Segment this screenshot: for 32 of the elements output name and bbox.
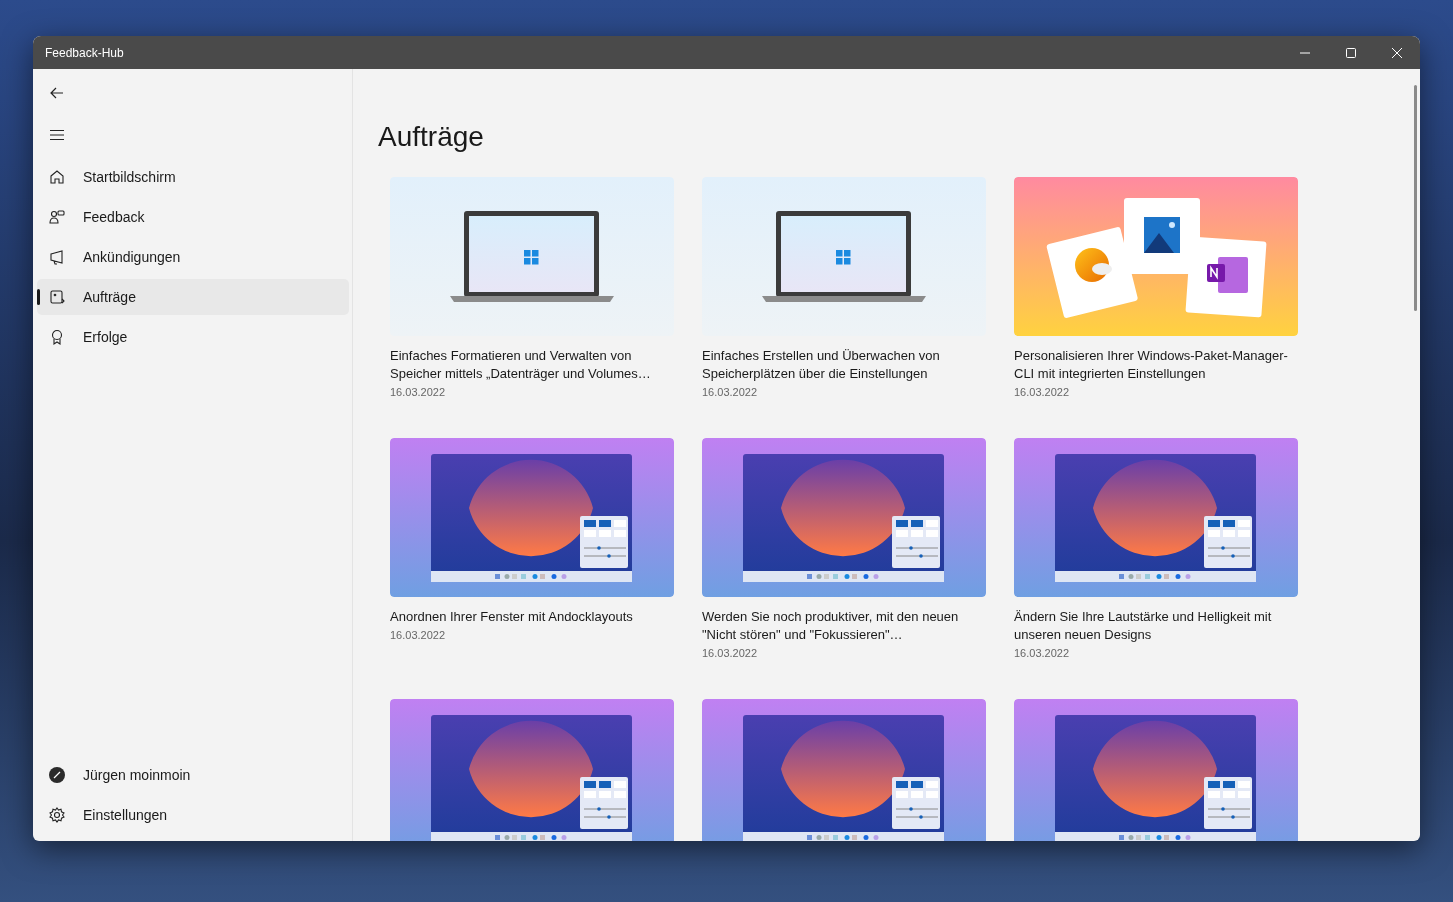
close-icon [1391, 46, 1403, 59]
nav-item[interactable]: Erfolge [37, 319, 349, 355]
megaphone-icon [48, 248, 66, 266]
card-date: 16.03.2022 [702, 647, 759, 659]
nav-item[interactable]: Aufträge [37, 279, 349, 315]
home-icon [48, 168, 66, 186]
scrollbar-thumb[interactable] [1414, 85, 1417, 311]
card-date: 16.03.2022 [702, 386, 759, 398]
task-icon [48, 288, 66, 306]
page-heading: Aufträge [378, 121, 485, 153]
nav-item[interactable]: Ankündigungen [37, 239, 349, 275]
card-title[interactable]: Einfaches Formatieren und Verwalten von Speicher mittels „Datenträger und Volumes… [390, 347, 682, 383]
card-title[interactable]: Einfaches Erstellen und Überwachen von Speicherplätzen über die Einstellungen [702, 347, 994, 383]
card-date: 16.03.2022 [390, 629, 447, 641]
card-date: 16.03.2022 [1014, 386, 1071, 398]
nav-item[interactable]: Feedback [37, 199, 349, 235]
menu-icon [49, 127, 65, 143]
card-title[interactable]: Anordnen Ihrer Fenster mit Andocklayouts [390, 608, 682, 626]
settings-item[interactable]: Einstellungen [37, 797, 349, 833]
window-title: Feedback-Hub [44, 45, 125, 60]
settings-icon [48, 806, 66, 824]
card-title[interactable]: Ändern Sie Ihre Lautstärke und Helligkeit mit unseren neuen Designs [1014, 608, 1306, 644]
nav-item[interactable]: Startbildschirm [37, 159, 349, 195]
card-date: 16.03.2022 [390, 386, 447, 398]
avatar-icon [48, 766, 66, 784]
feedback-icon [48, 208, 66, 226]
card-date: 16.03.2022 [1014, 647, 1071, 659]
account-item[interactable]: Jürgen moinmoin [37, 757, 349, 793]
maximize-icon [1345, 46, 1357, 59]
back-arrow-icon [49, 85, 65, 101]
card-title[interactable]: Personalisieren Ihrer Windows-Paket-Manager-CLI mit integrierten Einstellungen [1014, 347, 1306, 383]
card-title[interactable]: Werden Sie noch produktiver, mit den neuen "Nicht stören" und "Fokussieren"… [702, 608, 994, 644]
